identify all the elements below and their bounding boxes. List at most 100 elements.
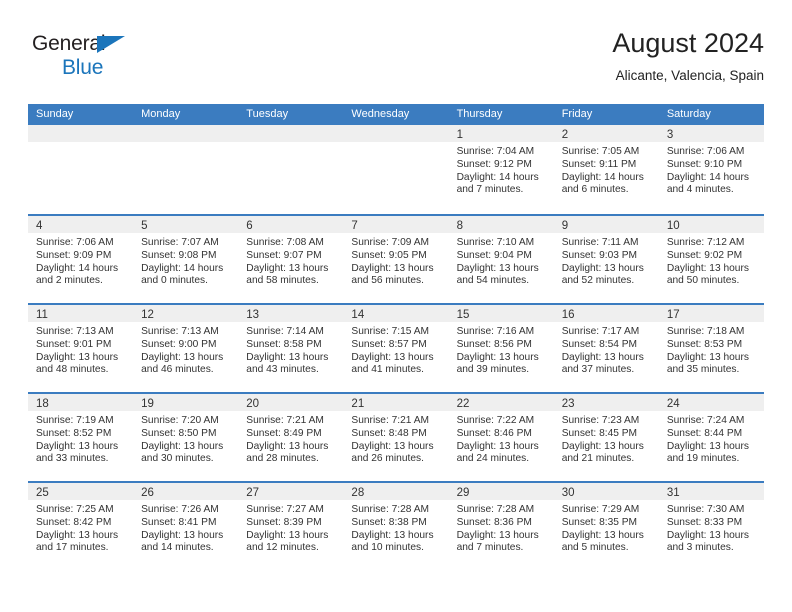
daylight-text-l2: and 46 minutes. <box>141 364 214 376</box>
day-details: Sunrise: 7:18 AM Sunset: 8:53 PM Dayligh… <box>659 322 764 377</box>
daylight-text-l1: Daylight: 13 hours <box>36 529 119 541</box>
day-cell[interactable]: 15 Sunrise: 7:16 AM Sunset: 8:56 PM Dayl… <box>448 305 554 392</box>
calendar-week-row: 4 Sunrise: 7:06 AM Sunset: 9:09 PM Dayli… <box>28 214 764 303</box>
sunrise-text: Sunrise: 7:19 AM <box>36 415 114 426</box>
day-number-band <box>133 125 239 142</box>
daylight-text-l2: and 41 minutes. <box>351 364 424 376</box>
sunrise-text: Sunrise: 7:11 AM <box>561 237 639 248</box>
day-cell[interactable]: 13 Sunrise: 7:14 AM Sunset: 8:58 PM Dayl… <box>238 305 344 392</box>
weekday-header-row: Sunday Monday Tuesday Wednesday Thursday… <box>28 104 764 125</box>
daylight-text-l1: Daylight: 14 hours <box>666 171 749 183</box>
sunset-text: Sunset: 8:50 PM <box>141 427 217 439</box>
day-number: 11 <box>36 309 48 321</box>
day-details: Sunrise: 7:22 AM Sunset: 8:46 PM Dayligh… <box>449 411 554 466</box>
day-number: 25 <box>36 487 49 499</box>
day-cell[interactable]: 29 Sunrise: 7:28 AM Sunset: 8:36 PM Dayl… <box>448 483 554 570</box>
day-cell[interactable]: 25 Sunrise: 7:25 AM Sunset: 8:42 PM Dayl… <box>28 483 134 570</box>
calendar-grid: Sunday Monday Tuesday Wednesday Thursday… <box>28 104 764 570</box>
day-cell[interactable]: 7 Sunrise: 7:09 AM Sunset: 9:05 PM Dayli… <box>343 216 449 303</box>
day-details: Sunrise: 7:09 AM Sunset: 9:05 PM Dayligh… <box>343 233 448 288</box>
sunset-text: Sunset: 8:58 PM <box>246 338 322 350</box>
day-cell[interactable]: 19 Sunrise: 7:20 AM Sunset: 8:50 PM Dayl… <box>133 394 239 481</box>
day-number-band: 27 <box>238 483 344 500</box>
day-cell[interactable]: 21 Sunrise: 7:21 AM Sunset: 8:48 PM Dayl… <box>343 394 449 481</box>
day-cell[interactable]: 18 Sunrise: 7:19 AM Sunset: 8:52 PM Dayl… <box>28 394 134 481</box>
day-details: Sunrise: 7:13 AM Sunset: 9:01 PM Dayligh… <box>28 322 133 377</box>
brand-logo[interactable]: General Blue <box>32 32 232 90</box>
day-cell[interactable]: 31 Sunrise: 7:30 AM Sunset: 8:33 PM Dayl… <box>658 483 764 570</box>
daylight-text-l2: and 39 minutes. <box>456 364 530 376</box>
day-number: 31 <box>666 487 680 499</box>
sunset-text: Sunset: 9:05 PM <box>351 249 427 261</box>
daylight-text-l1: Daylight: 13 hours <box>246 529 329 541</box>
day-details: Sunrise: 7:12 AM Sunset: 9:02 PM Dayligh… <box>659 233 764 288</box>
day-cell[interactable]: 22 Sunrise: 7:22 AM Sunset: 8:46 PM Dayl… <box>448 394 554 481</box>
sunrise-text: Sunrise: 7:21 AM <box>351 415 430 426</box>
title-block: August 2024 Alicante, Valencia, Spain <box>612 26 764 84</box>
day-cell[interactable]: 27 Sunrise: 7:27 AM Sunset: 8:39 PM Dayl… <box>238 483 344 570</box>
sunrise-text: Sunrise: 7:30 AM <box>666 504 745 515</box>
day-number: 3 <box>666 129 674 141</box>
day-cell[interactable]: 17 Sunrise: 7:18 AM Sunset: 8:53 PM Dayl… <box>658 305 764 392</box>
sunset-text: Sunset: 9:10 PM <box>666 158 743 170</box>
day-cell[interactable]: 12 Sunrise: 7:13 AM Sunset: 9:00 PM Dayl… <box>133 305 239 392</box>
day-cell[interactable]: 1 Sunrise: 7:04 AM Sunset: 9:12 PM Dayli… <box>448 125 554 214</box>
daylight-text-l1: Daylight: 14 hours <box>561 171 644 183</box>
day-number-band: 1 <box>448 125 554 142</box>
day-cell[interactable]: 5 Sunrise: 7:07 AM Sunset: 9:08 PM Dayli… <box>133 216 239 303</box>
brand-name-general: General <box>32 32 106 55</box>
day-cell[interactable]: 14 Sunrise: 7:15 AM Sunset: 8:57 PM Dayl… <box>343 305 449 392</box>
sunrise-text: Sunrise: 7:08 AM <box>246 237 324 248</box>
day-cell[interactable]: 6 Sunrise: 7:08 AM Sunset: 9:07 PM Dayli… <box>238 216 344 303</box>
sunrise-text: Sunrise: 7:10 AM <box>456 237 535 248</box>
day-cell[interactable]: 16 Sunrise: 7:17 AM Sunset: 8:54 PM Dayl… <box>553 305 659 392</box>
daylight-text-l1: Daylight: 13 hours <box>141 529 224 541</box>
day-number: 26 <box>141 487 154 499</box>
sunset-text: Sunset: 9:09 PM <box>36 249 112 261</box>
daylight-text-l1: Daylight: 13 hours <box>561 351 644 363</box>
sunset-text: Sunset: 8:49 PM <box>246 427 322 439</box>
day-details: Sunrise: 7:06 AM Sunset: 9:09 PM Dayligh… <box>28 233 133 288</box>
day-cell[interactable] <box>28 125 134 214</box>
day-cell[interactable]: 23 Sunrise: 7:23 AM Sunset: 8:45 PM Dayl… <box>553 394 659 481</box>
day-cell[interactable]: 2 Sunrise: 7:05 AM Sunset: 9:11 PM Dayli… <box>553 125 659 214</box>
daylight-text-l1: Daylight: 13 hours <box>561 440 644 452</box>
daylight-text-l1: Daylight: 13 hours <box>36 351 119 363</box>
day-cell[interactable]: 8 Sunrise: 7:10 AM Sunset: 9:04 PM Dayli… <box>448 216 554 303</box>
day-number-band: 23 <box>553 394 659 411</box>
day-cell[interactable]: 10 Sunrise: 7:12 AM Sunset: 9:02 PM Dayl… <box>658 216 764 303</box>
sunrise-text: Sunrise: 7:20 AM <box>141 415 219 426</box>
day-cell[interactable]: 4 Sunrise: 7:06 AM Sunset: 9:09 PM Dayli… <box>28 216 134 303</box>
daylight-text-l1: Daylight: 13 hours <box>246 351 329 363</box>
day-cell[interactable] <box>133 125 239 214</box>
sunset-text: Sunset: 8:36 PM <box>456 516 532 528</box>
day-cell[interactable]: 26 Sunrise: 7:26 AM Sunset: 8:41 PM Dayl… <box>133 483 239 570</box>
daylight-text-l2: and 24 minutes. <box>456 453 530 465</box>
day-cell[interactable] <box>238 125 344 214</box>
daylight-text-l2: and 30 minutes. <box>141 453 214 465</box>
sunrise-text: Sunrise: 7:23 AM <box>561 415 640 426</box>
day-cell[interactable]: 9 Sunrise: 7:11 AM Sunset: 9:03 PM Dayli… <box>553 216 659 303</box>
day-number: 29 <box>456 487 470 499</box>
day-number-band: 15 <box>448 305 554 322</box>
day-cell[interactable]: 28 Sunrise: 7:28 AM Sunset: 8:38 PM Dayl… <box>343 483 449 570</box>
weekday-header-saturday: Saturday <box>666 108 711 120</box>
daylight-text-l1: Daylight: 13 hours <box>456 262 539 274</box>
calendar-week-row: 25 Sunrise: 7:25 AM Sunset: 8:42 PM Dayl… <box>28 481 764 570</box>
sunrise-text: Sunrise: 7:26 AM <box>141 504 219 515</box>
day-cell[interactable]: 3 Sunrise: 7:06 AM Sunset: 9:10 PM Dayli… <box>658 125 764 214</box>
day-cell[interactable] <box>343 125 449 214</box>
day-cell[interactable]: 30 Sunrise: 7:29 AM Sunset: 8:35 PM Dayl… <box>553 483 659 570</box>
day-cell[interactable]: 24 Sunrise: 7:24 AM Sunset: 8:44 PM Dayl… <box>658 394 764 481</box>
sunset-text: Sunset: 9:03 PM <box>561 249 638 261</box>
day-number-band: 8 <box>448 216 554 233</box>
sunrise-text: Sunrise: 7:15 AM <box>351 326 430 337</box>
day-number-band: 9 <box>553 216 659 233</box>
day-cell[interactable]: 20 Sunrise: 7:21 AM Sunset: 8:49 PM Dayl… <box>238 394 344 481</box>
sunset-text: Sunset: 8:54 PM <box>561 338 638 350</box>
day-number: 16 <box>561 309 575 321</box>
daylight-text-l2: and 12 minutes. <box>246 542 319 554</box>
daylight-text-l2: and 54 minutes. <box>456 275 530 287</box>
sunrise-text: Sunrise: 7:04 AM <box>456 146 535 157</box>
day-cell[interactable]: 11 Sunrise: 7:13 AM Sunset: 9:01 PM Dayl… <box>28 305 134 392</box>
